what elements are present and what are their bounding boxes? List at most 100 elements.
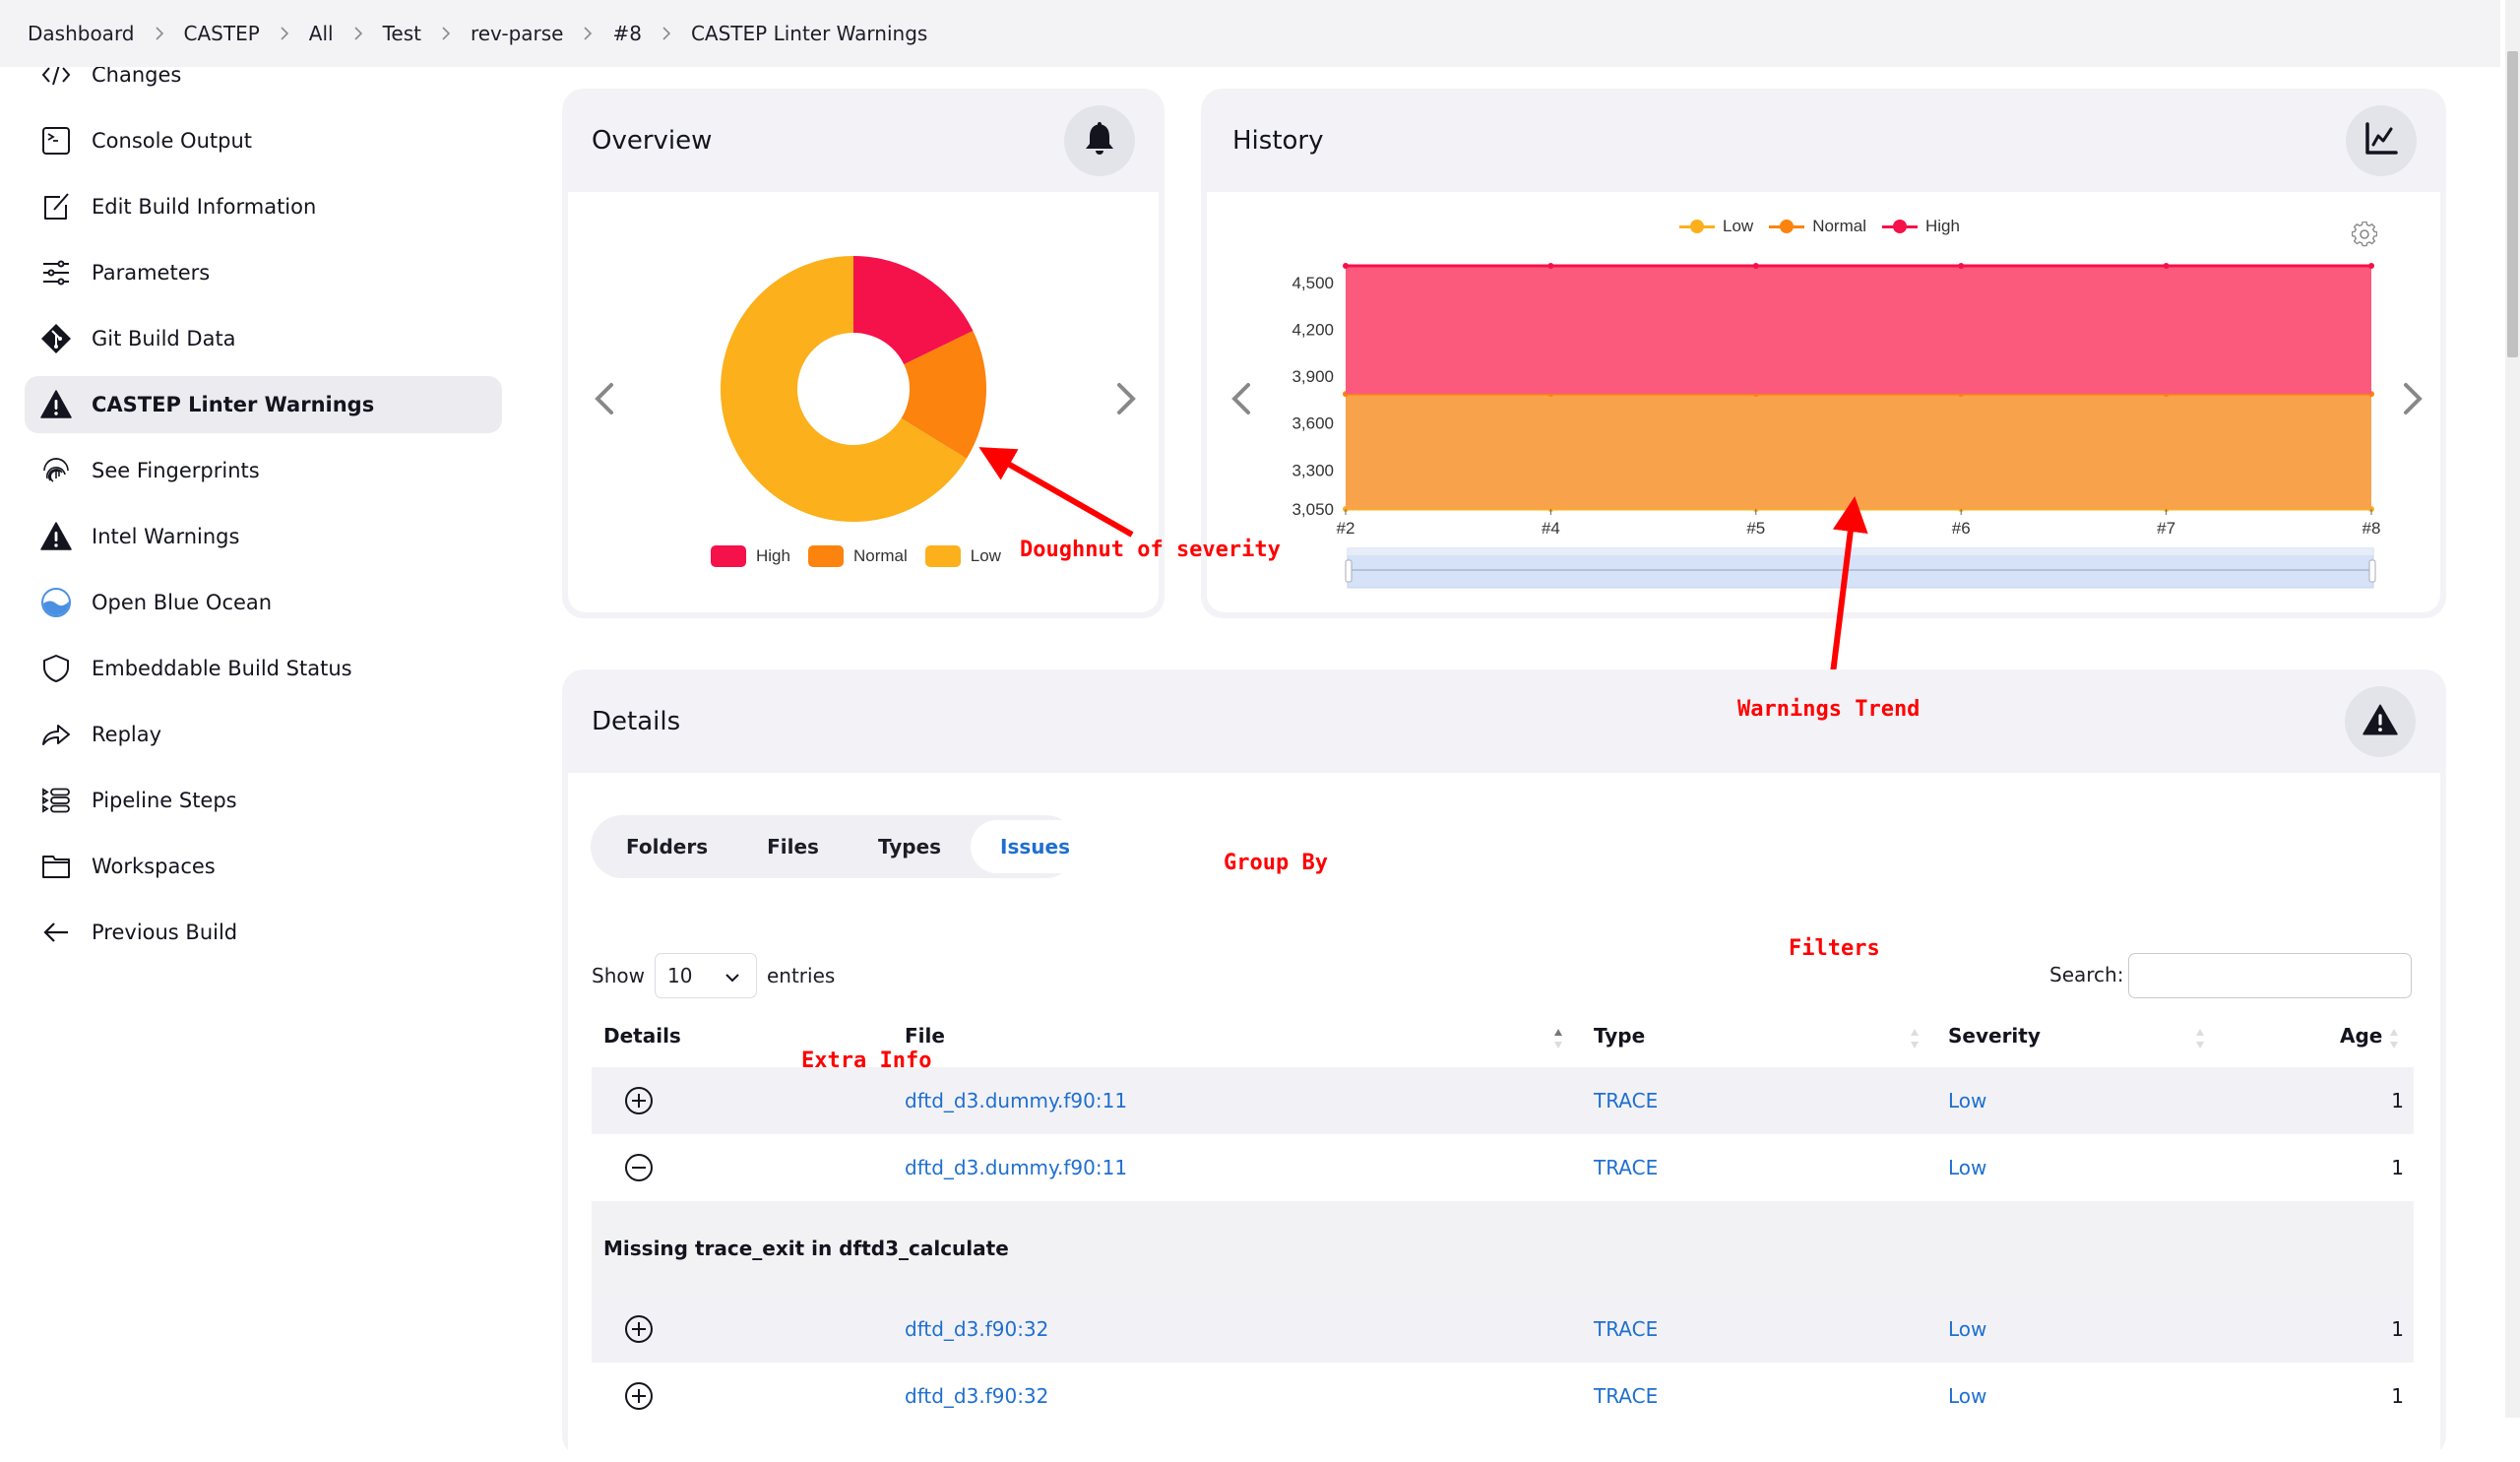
sidebar-item-parameters[interactable]: Parameters [25,244,502,301]
breadcrumb-all[interactable]: All [309,22,334,45]
chevron-right-icon [1117,383,1136,414]
type-filter-link[interactable]: TRACE [1594,1363,1658,1430]
annotation-doughnut: Doughnut of severity [1020,538,1281,562]
overview-bell-button[interactable] [1064,105,1135,176]
severity-filter-link[interactable]: Low [1948,1134,1986,1201]
file-link[interactable]: dftd_d3.dummy.f90:11 [905,1067,1127,1134]
sidebar-item-console-output[interactable]: Console Output [25,112,502,169]
annotation-filters: Filters [1789,936,1880,961]
annotation-group-by: Group By [1224,851,1328,875]
annotation-extra-info: Extra Info [801,1049,932,1073]
severity-filter-link[interactable]: Low [1948,1067,1986,1134]
legend-label: Low [970,546,1001,565]
legend-swatch [807,545,844,567]
entries-select[interactable]: 10 [654,953,757,998]
breadcrumb-build[interactable]: #8 [612,22,641,45]
breadcrumb-test[interactable]: Test [383,22,421,45]
breadcrumb-dashboard[interactable]: Dashboard [28,22,135,45]
overview-next-button[interactable] [1111,379,1141,418]
legend-item-high[interactable]: High [711,545,790,567]
type-filter-link[interactable]: TRACE [1594,1134,1658,1201]
column-header-details: Details [603,1024,681,1048]
legend-item-normal[interactable]: Normal [807,545,908,567]
sidebar-item-git-build-data[interactable]: Git Build Data [25,310,502,367]
arrow-left-icon [39,916,73,949]
sort-icon[interactable] [1910,1027,1920,1050]
details-warning-button[interactable] [2345,686,2416,757]
sidebar-item-intel-warnings[interactable]: Intel Warnings [25,508,502,565]
sidebar-item-label: CASTEP Linter Warnings [92,393,375,416]
sort-icon[interactable] [1553,1027,1563,1050]
y-tick-label: 4,200 [1292,320,1334,339]
sidebar-item-label: Workspaces [92,855,216,878]
tab-files[interactable]: Files [737,820,849,873]
zoom-slider-handle-right[interactable] [2368,559,2376,583]
sidebar-item-pipeline-steps[interactable]: Pipeline Steps [25,772,502,829]
sidebar-item-previous-build[interactable]: Previous Build [25,904,502,961]
file-link[interactable]: dftd_d3.f90:32 [905,1363,1048,1430]
expand-button[interactable] [623,1296,655,1363]
sidebar-item-see-fingerprints[interactable]: See Fingerprints [25,442,502,499]
table-row: dftd_d3.dummy.f90:11 TRACE Low 1 [592,1067,2414,1134]
column-header-age[interactable]: Age [2340,1024,2382,1048]
expand-button[interactable] [623,1363,655,1430]
issue-message: Missing trace_exit in dftd3_calculate [603,1237,1009,1260]
plus-circle-icon [625,1382,653,1410]
type-filter-link[interactable]: TRACE [1594,1296,1658,1363]
severity-filter-link[interactable]: Low [1948,1363,1986,1430]
point-high[interactable] [1958,263,1965,269]
tab-folders[interactable]: Folders [597,820,737,873]
sort-icon[interactable] [2195,1027,2205,1050]
group-by-tabs: Folders Files Types Issues [591,815,1101,878]
page-scrollbar-thumb[interactable] [2507,51,2518,357]
collapse-button[interactable] [623,1134,655,1201]
sidebar-item-label: Edit Build Information [92,195,317,219]
point-high[interactable] [2368,263,2374,269]
expand-button[interactable] [623,1067,655,1134]
column-header-file[interactable]: File [905,1024,945,1048]
file-link[interactable]: dftd_d3.f90:32 [905,1296,1048,1363]
legend-item-low[interactable]: Low [924,545,1001,567]
breadcrumb-rev-parse[interactable]: rev-parse [471,22,564,45]
minus-circle-icon [625,1154,653,1181]
point-high[interactable] [1343,263,1349,269]
sidebar-item-workspaces[interactable]: Workspaces [25,838,502,895]
point-high[interactable] [1547,263,1554,269]
chevron-down-icon [724,964,740,987]
plus-circle-icon [625,1315,653,1343]
breadcrumb: Dashboard CASTEP All Test rev-parse #8 C… [0,0,2500,67]
point-high[interactable] [1752,263,1759,269]
chevron-left-icon [595,383,613,414]
zoom-slider-handle-left[interactable] [1345,559,1353,583]
tab-types[interactable]: Types [849,820,971,873]
sidebar-item-edit-build-information[interactable]: Edit Build Information [25,178,502,235]
overview-prev-button[interactable] [590,379,619,418]
file-link[interactable]: dftd_d3.dummy.f90:11 [905,1134,1127,1201]
doughnut-legend: High Normal Low [711,545,1019,567]
sidebar-item-open-blue-ocean[interactable]: Open Blue Ocean [25,574,502,631]
column-header-type[interactable]: Type [1594,1024,1645,1048]
breadcrumb-castep[interactable]: CASTEP [184,22,260,45]
tab-issues[interactable]: Issues [971,820,1101,873]
breadcrumb-current[interactable]: CASTEP Linter Warnings [691,22,927,45]
bell-icon [1083,120,1116,161]
terminal-icon [39,124,73,158]
age-value: 1 [2391,1384,2404,1408]
x-tick-label: #2 [1337,519,1355,538]
sidebar-item-embeddable-build-status[interactable]: Embeddable Build Status [25,640,502,697]
history-chart-button[interactable] [2346,105,2417,176]
sidebar-item-replay[interactable]: Replay [25,706,502,763]
type-filter-link[interactable]: TRACE [1594,1067,1658,1134]
entries-label: entries [766,964,836,987]
details-title: Details [592,707,681,736]
column-header-severity[interactable]: Severity [1948,1024,2041,1048]
sidebar-item-castep-linter-warnings[interactable]: CASTEP Linter Warnings [25,376,502,433]
search-input[interactable] [2128,953,2412,998]
git-icon [39,322,73,355]
severity-filter-link[interactable]: Low [1948,1296,1986,1363]
age-value: 1 [2391,1317,2404,1341]
y-tick-label: 4,500 [1292,274,1334,292]
point-high[interactable] [2163,263,2170,269]
sort-icon[interactable] [2389,1027,2399,1050]
sidebar-item-label: See Fingerprints [92,459,260,482]
